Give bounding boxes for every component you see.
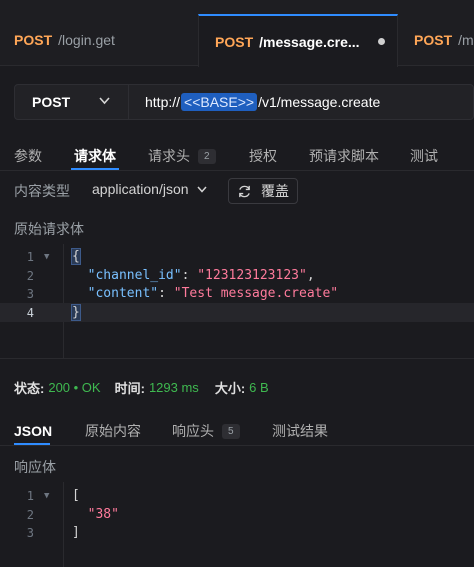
divider xyxy=(0,170,474,171)
tab-label: 测试结果 xyxy=(272,423,328,439)
tab-body[interactable]: 请求体 xyxy=(74,146,116,166)
refresh-icon xyxy=(239,185,250,197)
tab-label: 原始内容 xyxy=(85,423,141,439)
tab-params[interactable]: 参数 xyxy=(14,146,42,166)
url-input[interactable]: http://<<BASE>>/v1/message.create xyxy=(145,85,380,119)
fold-arrow-icon[interactable]: ▼ xyxy=(44,252,49,262)
line-number: 2 xyxy=(26,269,34,283)
tab-method: POST xyxy=(215,33,254,50)
method-select-value: POST xyxy=(32,94,71,110)
close-bracket: ] xyxy=(72,525,80,540)
tab-title: /m xyxy=(458,32,474,48)
code-line: "38" xyxy=(72,507,119,522)
request-body-editor[interactable]: 1 ▼ 2 3 4 { "channel_id": "123123123123"… xyxy=(0,244,474,358)
response-body-label: 响应体 xyxy=(14,459,56,475)
tab-label: 请求头 xyxy=(148,148,190,164)
json-string: "Test message.create" xyxy=(173,286,339,301)
json-key: "content" xyxy=(87,286,159,301)
time-value: 1293 ms xyxy=(148,380,199,395)
json-key: "channel_id" xyxy=(87,268,182,283)
tab-label: 响应头 xyxy=(172,423,214,439)
fold-arrow-icon[interactable]: ▼ xyxy=(44,491,49,501)
open-bracket: [ xyxy=(72,488,80,503)
tab-label: 参数 xyxy=(14,148,42,164)
size-label: 大小: xyxy=(214,381,246,396)
tab-pre-request-script[interactable]: 预请求脚本 xyxy=(309,146,379,166)
tab-label: 测试 xyxy=(410,148,438,164)
tab-m[interactable]: POST /m xyxy=(414,14,474,66)
tab-method: POST xyxy=(414,32,453,48)
line-number: 2 xyxy=(26,508,34,522)
line-number: 4 xyxy=(26,306,34,320)
chevron-down-icon xyxy=(196,186,207,193)
tab-label: 预请求脚本 xyxy=(309,148,379,164)
tab-login-get[interactable]: POST /login.get xyxy=(14,14,115,66)
json-string: "123123123123" xyxy=(197,268,307,283)
tab-test-results[interactable]: 测试结果 xyxy=(272,421,328,441)
response-status-bar: 状态: 200 • OK 时间: 1293 ms 大小: 6 B xyxy=(14,378,269,397)
override-button[interactable]: 覆盖 xyxy=(228,178,298,204)
content-type-value: application/json xyxy=(92,181,189,197)
tab-auth[interactable]: 授权 xyxy=(249,146,277,166)
code-line: "content": "Test message.create" xyxy=(87,286,339,301)
tab-label: 授权 xyxy=(249,148,277,164)
time-label: 时间: xyxy=(114,381,145,396)
content-type-label: 内容类型 xyxy=(14,183,70,199)
tab-tests[interactable]: 测试 xyxy=(410,146,438,166)
json-string: "38" xyxy=(87,507,119,522)
override-label: 覆盖 xyxy=(261,183,289,199)
raw-body-label: 原始请求体 xyxy=(14,221,84,237)
url-path: /v1/message.create xyxy=(258,94,381,110)
code-line: "channel_id": "123123123123", xyxy=(87,268,315,283)
chevron-down-icon xyxy=(99,97,110,105)
line-number: 1 xyxy=(26,250,34,264)
content-type-select[interactable]: application/json xyxy=(92,181,207,197)
request-tab-bar: POST /login.get POST /message.cre... POS… xyxy=(0,0,474,67)
line-number: 1 xyxy=(26,489,34,503)
response-body-viewer[interactable]: 1 ▼ 2 3 [ "38" ] xyxy=(0,482,474,567)
close-brace: } xyxy=(71,304,81,321)
divider xyxy=(0,358,474,359)
count-badge: 5 xyxy=(222,423,240,439)
size-value: 6 B xyxy=(249,380,269,395)
line-number: 3 xyxy=(26,526,34,540)
method-select[interactable]: POST xyxy=(15,85,129,119)
count-badge: 2 xyxy=(198,148,216,164)
status-value: 200 • OK xyxy=(48,380,101,395)
status-label: 状态: xyxy=(14,381,45,396)
tab-headers[interactable]: 请求头 2 xyxy=(148,146,216,166)
tab-title: /login.get xyxy=(58,32,115,48)
tab-label: JSON xyxy=(14,423,53,439)
open-brace: { xyxy=(71,248,81,265)
tab-method: POST xyxy=(14,32,53,48)
url-bar: POST http://<<BASE>>/v1/message.create xyxy=(14,84,474,120)
tab-response-headers[interactable]: 响应头 5 xyxy=(172,421,240,441)
tab-label: 请求体 xyxy=(74,148,116,164)
tab-message-create[interactable]: POST /message.cre... xyxy=(198,14,398,67)
tab-raw-content[interactable]: 原始内容 xyxy=(85,421,141,441)
tab-json[interactable]: JSON xyxy=(14,421,52,441)
unsaved-dot-icon[interactable] xyxy=(377,38,385,45)
url-variable[interactable]: <<BASE>> xyxy=(181,93,258,111)
line-number: 3 xyxy=(26,287,34,301)
tab-title: /message.cre... xyxy=(259,33,360,50)
url-prefix: http:// xyxy=(145,94,181,110)
divider xyxy=(0,445,474,446)
